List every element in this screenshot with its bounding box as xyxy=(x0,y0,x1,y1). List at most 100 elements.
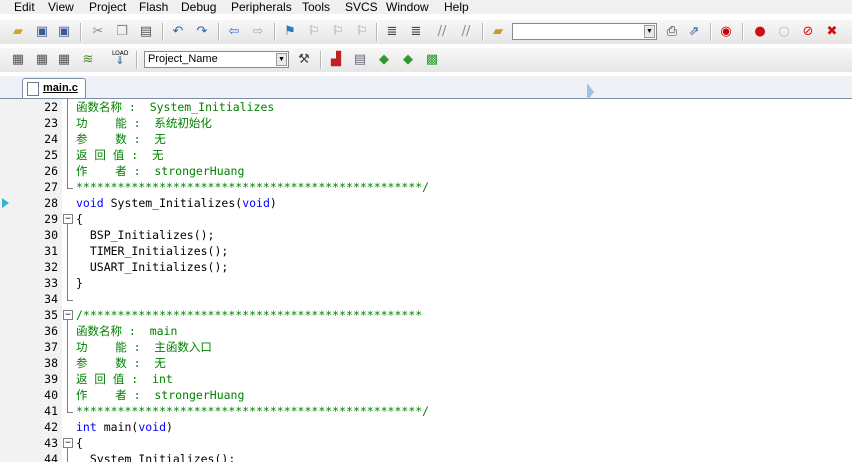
unindent-icon[interactable]: ≣ xyxy=(408,24,424,40)
find-in-files-icon[interactable]: ▰ xyxy=(490,24,506,40)
incremental-find-icon[interactable]: ⇗ xyxy=(686,24,702,40)
pack-installer-icon[interactable]: ◆ xyxy=(376,52,392,68)
fold-guide xyxy=(67,115,68,131)
code-line[interactable]: 31 TIMER_Initializes(); xyxy=(0,243,852,259)
project-target-combo[interactable]: Project_Name ▼ xyxy=(144,51,289,68)
chevron-down-icon[interactable]: ▼ xyxy=(276,53,287,66)
back-icon[interactable]: ⇦ xyxy=(226,24,242,40)
fold-guide xyxy=(67,147,68,163)
code-line[interactable]: 22 函数名称 : System_Initializes xyxy=(0,99,852,115)
code-text: 参 数 : 无 xyxy=(76,356,166,370)
copy-icon[interactable]: ❐ xyxy=(114,24,130,40)
separator xyxy=(274,23,276,41)
code-line[interactable]: 23 功 能 : 系统初始化 xyxy=(0,115,852,131)
fold-guide xyxy=(67,291,68,300)
line-number: 40 xyxy=(44,388,58,402)
code-line[interactable]: 39 返 回 值 : int xyxy=(0,371,852,387)
fold-toggle-icon[interactable]: − xyxy=(63,214,73,224)
fold-toggle-icon[interactable]: − xyxy=(63,310,73,320)
separator xyxy=(320,51,322,69)
code-editor[interactable]: 22 函数名称 : System_Initializes 23 功 能 : 系统初始化… xyxy=(0,99,852,462)
manage-components-icon[interactable]: ▟ xyxy=(328,52,344,68)
code-line[interactable]: 29−{ xyxy=(0,211,852,227)
translate-icon[interactable]: ▦ xyxy=(10,52,26,68)
code-line[interactable]: 27 **************************************… xyxy=(0,179,852,195)
tab-main-c[interactable]: main.c xyxy=(22,78,86,98)
build-icon[interactable]: ▦ xyxy=(34,52,50,68)
file-icon xyxy=(27,82,39,96)
menu-project[interactable]: Project xyxy=(89,0,126,14)
forward-icon[interactable]: ⇨ xyxy=(250,24,266,40)
menu-view[interactable]: View xyxy=(48,0,74,14)
batch-build-icon[interactable]: ≋ xyxy=(80,52,96,68)
code-text: { xyxy=(76,436,83,450)
fold-guide xyxy=(67,99,68,115)
code-line[interactable]: 33} xyxy=(0,275,852,291)
clear-breakpoints-icon[interactable]: ✖ xyxy=(824,24,840,40)
save-icon[interactable]: ▣ xyxy=(34,24,50,40)
menu-svcs[interactable]: SVCS xyxy=(345,0,378,14)
rebuild-icon[interactable]: ▦ xyxy=(56,52,72,68)
next-bookmark-icon[interactable]: ⚐ xyxy=(330,24,346,40)
kill-breakpoints-icon[interactable]: ⊘ xyxy=(800,24,816,40)
code-line[interactable]: 30 BSP_Initializes(); xyxy=(0,227,852,243)
code-text: ****************************************… xyxy=(76,404,430,418)
code-text: 参 数 : 无 xyxy=(76,132,166,146)
line-number: 32 xyxy=(44,260,58,274)
save-all-icon[interactable]: ▣ xyxy=(56,24,72,40)
fold-toggle-icon[interactable]: − xyxy=(63,438,73,448)
line-number: 33 xyxy=(44,276,58,290)
menu-flash[interactable]: Flash xyxy=(139,0,168,14)
separator xyxy=(482,23,484,41)
prev-bookmark-icon[interactable]: ⚐ xyxy=(306,24,322,40)
cut-icon[interactable]: ✂ xyxy=(90,24,106,40)
fold-guide xyxy=(67,179,68,188)
breakpoint-icon[interactable]: ● xyxy=(752,24,768,40)
load-icon[interactable]: LOAD ⇓ xyxy=(112,50,128,66)
code-line[interactable]: 32 USART_Initializes(); xyxy=(0,259,852,275)
code-line[interactable]: 38 参 数 : 无 xyxy=(0,355,852,371)
redo-icon[interactable]: ↷ xyxy=(194,24,210,40)
chevron-down-icon[interactable]: ▼ xyxy=(644,25,655,38)
code-line[interactable]: 44 System_Initializes(); xyxy=(0,451,852,462)
menu-tools[interactable]: Tools xyxy=(302,0,330,14)
open-folder-icon[interactable]: ▰ xyxy=(10,24,26,40)
comment-icon[interactable]: // xyxy=(434,24,450,40)
code-line[interactable]: 26 作 者 : strongerHuang xyxy=(0,163,852,179)
fold-guide xyxy=(67,163,68,179)
code-line[interactable]: 40 作 者 : strongerHuang xyxy=(0,387,852,403)
target-options-icon[interactable]: ⚒ xyxy=(296,52,312,68)
code-line[interactable]: 37 功 能 : 主函数入口 xyxy=(0,339,852,355)
find-icon[interactable]: ⎙ xyxy=(664,24,680,40)
code-line[interactable]: 24 参 数 : 无 xyxy=(0,131,852,147)
fold-guide xyxy=(67,355,68,371)
paste-icon[interactable]: ▤ xyxy=(138,24,154,40)
code-line[interactable]: 34 xyxy=(0,291,852,307)
toolbar-file: ▰ ▣ ▣ ✂ ❐ ▤ ↶ ↷ ⇦ ⇨ ⚑ ⚐ ⚐ ⚐ ≣ ≣ // // ▰ … xyxy=(0,20,852,44)
debug-icon[interactable]: ▩ xyxy=(424,52,440,68)
code-line[interactable]: 41 **************************************… xyxy=(0,403,852,419)
menu-peripherals[interactable]: Peripherals xyxy=(231,0,292,14)
clear-bookmarks-icon[interactable]: ⚐ xyxy=(354,24,370,40)
bookmark-icon[interactable]: ⚑ xyxy=(282,24,298,40)
menu-window[interactable]: Window xyxy=(386,0,429,14)
select-device-icon[interactable]: ◆ xyxy=(400,52,416,68)
uncomment-icon[interactable]: // xyxy=(458,24,474,40)
code-line[interactable]: 35−/************************************… xyxy=(0,307,852,323)
books-icon[interactable]: ▤ xyxy=(352,52,368,68)
indent-icon[interactable]: ≣ xyxy=(384,24,400,40)
menu-edit[interactable]: Edit xyxy=(14,0,35,14)
undo-icon[interactable]: ↶ xyxy=(170,24,186,40)
debug-session-icon[interactable]: ◉ xyxy=(718,24,734,40)
keyword-token: void xyxy=(76,196,104,210)
code-line[interactable]: 36 函数名称 : main xyxy=(0,323,852,339)
target-combo[interactable]: ▼ xyxy=(512,23,657,40)
menu-debug[interactable]: Debug xyxy=(181,0,216,14)
disable-breakpoint-icon[interactable]: ○ xyxy=(776,24,792,40)
menu-help[interactable]: Help xyxy=(444,0,469,14)
code-line[interactable]: 43−{ xyxy=(0,435,852,451)
code-line[interactable]: 42 int main(void) xyxy=(0,419,852,435)
separator xyxy=(742,23,744,41)
code-line[interactable]: 28 void System_Initializes(void) xyxy=(0,195,852,211)
code-line[interactable]: 25 返 回 值 : 无 xyxy=(0,147,852,163)
